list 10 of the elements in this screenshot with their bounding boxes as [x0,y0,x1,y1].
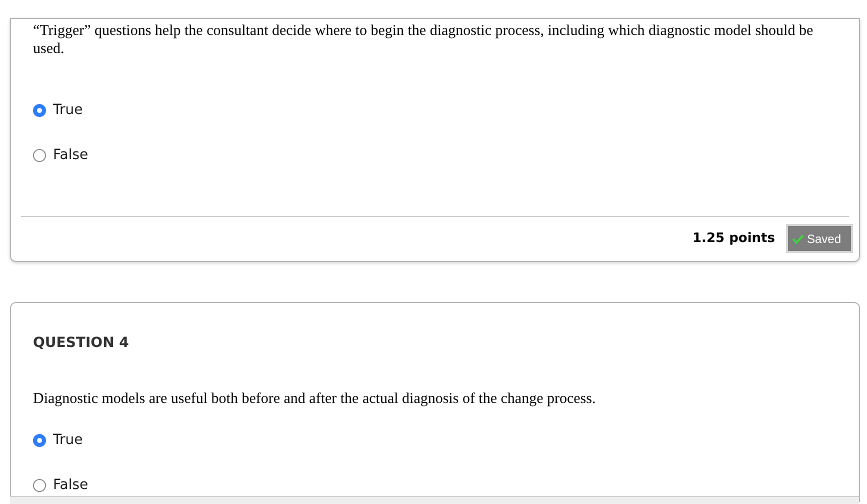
points-label: 1.25 points [692,230,775,248]
question-text: “Trigger” questions help the consultant decide where to begin the diagnostic process, including which diagnostic model should be used. [33,22,814,58]
radio-option[interactable]: True [33,430,83,451]
radio-option[interactable]: False [33,145,88,166]
radio-option[interactable]: False [33,475,88,496]
question-text: Diagnostic models are useful both before and after the actual diagnosis of the change process. [33,390,597,408]
saved-status: Saved [786,224,853,253]
radio-option[interactable]: True [33,100,83,121]
question-heading: QUESTION 4 [33,334,130,353]
checkmark-icon [792,234,804,244]
